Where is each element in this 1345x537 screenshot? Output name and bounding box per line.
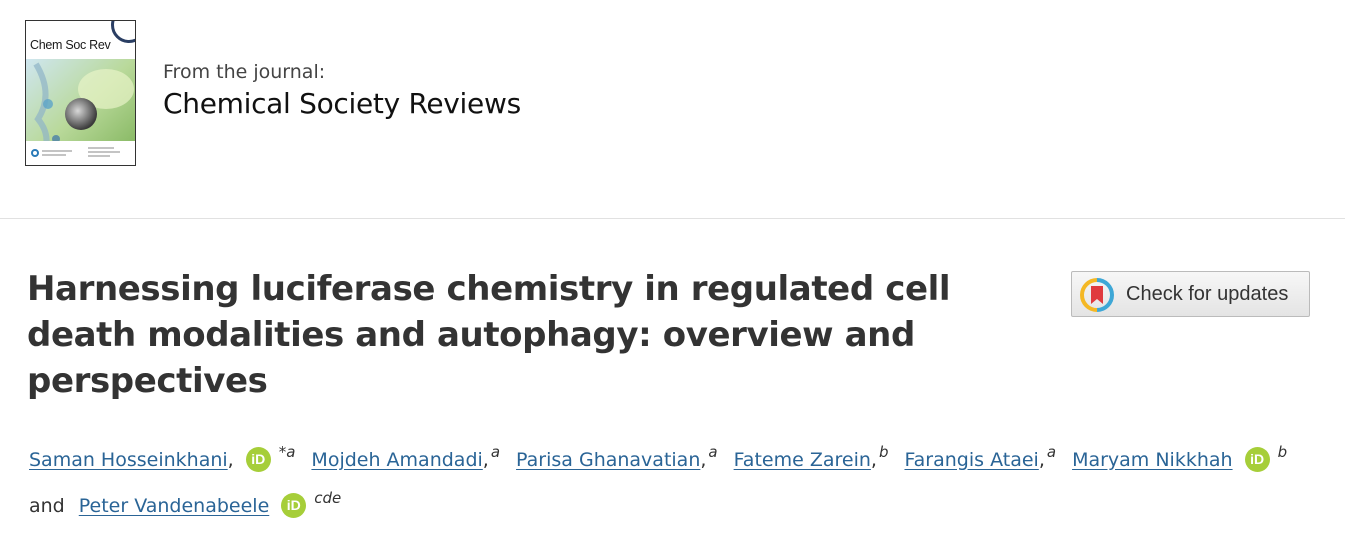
author-separator: , xyxy=(227,448,234,471)
orcid-icon[interactable]: iD xyxy=(1244,447,1270,472)
author-affiliation: *a xyxy=(278,442,296,461)
journal-name-link[interactable]: Chemical Society Reviews xyxy=(163,87,521,120)
cover-footer-line xyxy=(88,151,120,153)
author-link[interactable]: Peter Vandenabeele xyxy=(79,495,270,517)
check-for-updates-button[interactable]: Check for updates xyxy=(1071,271,1310,317)
author-link[interactable]: Mojdeh Amandadi xyxy=(311,449,482,471)
author-link[interactable]: Maryam Nikkhah xyxy=(1072,449,1233,471)
cover-footer-line xyxy=(88,147,114,149)
journal-header: Chem Soc Rev From the journal: Chemical … xyxy=(0,0,1345,219)
author-link[interactable]: Farangis Ataei xyxy=(904,449,1038,471)
cover-arc-decoration xyxy=(111,21,135,43)
author-link[interactable]: Saman Hosseinkhani xyxy=(29,449,228,471)
author-separator: , xyxy=(870,448,877,471)
article-title: Harnessing luciferase chemistry in regul… xyxy=(27,269,951,401)
author-affiliation: cde xyxy=(314,488,342,507)
check-for-updates-label: Check for updates xyxy=(1126,283,1289,305)
cover-footer xyxy=(26,141,135,165)
cover-footer-line xyxy=(88,155,110,157)
author-affiliation: a xyxy=(1046,442,1057,461)
author-link[interactable]: Parisa Ghanavatian xyxy=(516,449,700,471)
rsc-logo-icon xyxy=(31,149,39,157)
author-affiliation: a xyxy=(708,442,718,461)
from-journal-label: From the journal: xyxy=(163,61,326,83)
author-affiliation: a xyxy=(490,442,501,461)
orcid-icon[interactable]: iD xyxy=(281,493,307,518)
author-affiliation: b xyxy=(878,442,889,461)
crossmark-icon xyxy=(1080,278,1114,312)
orcid-icon[interactable]: iD xyxy=(245,447,271,472)
author-row: and Peter Vandenabeele iD cde xyxy=(29,489,341,518)
and-label: and xyxy=(29,494,65,517)
author-separator: , xyxy=(482,448,489,471)
cover-footer-line xyxy=(42,154,66,156)
journal-cover-image[interactable]: Chem Soc Rev xyxy=(25,20,136,166)
author-separator: , xyxy=(1038,448,1045,471)
cover-title: Chem Soc Rev xyxy=(30,38,111,52)
author-link[interactable]: Fateme Zarein xyxy=(734,449,871,471)
author-affiliation: b xyxy=(1277,442,1288,461)
author-row: Saman Hosseinkhani, iD *a Mojdeh Amandad… xyxy=(29,443,1287,472)
author-separator: , xyxy=(700,448,707,471)
cover-footer-line xyxy=(42,150,72,152)
